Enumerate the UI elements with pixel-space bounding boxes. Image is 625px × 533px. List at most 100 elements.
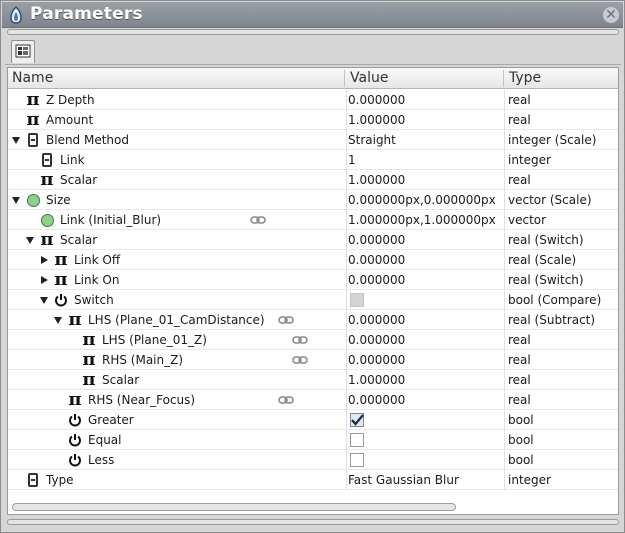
param-row-type[interactable]: Type Fast Gaussian Blur integer bbox=[8, 470, 618, 490]
param-type: integer bbox=[508, 473, 551, 487]
param-row-link-initial-blur[interactable]: Link (Initial_Blur) 1.000000px,1.000000p… bbox=[8, 210, 618, 230]
param-row-scalar[interactable]: π Scalar 1.000000 real bbox=[8, 170, 618, 190]
param-value[interactable]: 0.000000 bbox=[348, 390, 504, 410]
param-row-blend-method[interactable]: Blend Method Straight integer (Scale) bbox=[8, 130, 618, 150]
param-value[interactable]: 0.000000 bbox=[348, 230, 504, 250]
param-name: Scalar bbox=[60, 233, 98, 247]
vector-type-icon bbox=[41, 214, 54, 227]
param-type: real bbox=[508, 353, 531, 367]
param-row-scalar[interactable]: π Scalar 1.000000 real bbox=[8, 370, 618, 390]
param-value[interactable]: 0.000000 bbox=[348, 350, 504, 370]
less-checkbox[interactable] bbox=[350, 453, 364, 467]
param-row-scalar[interactable]: π Scalar 0.000000 real (Switch) bbox=[8, 230, 618, 250]
param-type: vector bbox=[508, 213, 547, 227]
param-name: Link Off bbox=[74, 253, 121, 267]
bottom-drag-handle[interactable] bbox=[7, 519, 619, 525]
param-row-less[interactable]: Less bool bbox=[8, 450, 618, 470]
top-drag-handle[interactable] bbox=[7, 29, 619, 35]
param-row-lhs-plane-01-camdistance[interactable]: π LHS (Plane_01_CamDistance) 0.000000 re… bbox=[8, 310, 618, 330]
param-value[interactable]: 1.000000px,1.000000px bbox=[348, 210, 504, 230]
param-name: RHS (Near_Focus) bbox=[88, 393, 196, 407]
column-header-name[interactable]: Name bbox=[8, 68, 346, 89]
switch-checkbox[interactable] bbox=[350, 293, 364, 307]
param-type: real (Subtract) bbox=[508, 313, 596, 327]
param-name: Link bbox=[60, 153, 85, 167]
toolbar bbox=[5, 37, 621, 65]
horizontal-scrollbar[interactable] bbox=[7, 501, 619, 513]
param-row-size[interactable]: Size 0.000000px,0.000000px vector (Scale… bbox=[8, 190, 618, 210]
exported-link-icon bbox=[292, 356, 308, 364]
close-button[interactable]: ✕ bbox=[603, 7, 619, 23]
param-row-rhs-main-z[interactable]: π RHS (Main_Z) 0.000000 real bbox=[8, 350, 618, 370]
real-type-icon: π bbox=[54, 249, 68, 270]
param-name: Blend Method bbox=[46, 133, 129, 147]
collapse-arrow-icon[interactable] bbox=[54, 317, 62, 324]
param-row-greater[interactable]: Greater bool bbox=[8, 410, 618, 430]
horizontal-scrollbar-thumb[interactable] bbox=[12, 503, 456, 511]
param-value[interactable]: 1 bbox=[348, 150, 504, 170]
param-row-rhs-near-focus[interactable]: π RHS (Near_Focus) 0.000000 real bbox=[8, 390, 618, 410]
param-name: Link (Initial_Blur) bbox=[60, 213, 162, 227]
param-row-switch[interactable]: Switch bool (Compare) bbox=[8, 290, 618, 310]
tree-rows: π Z Depth 0.000000 real π Amount 1.00000… bbox=[8, 90, 618, 490]
close-icon: ✕ bbox=[605, 7, 617, 23]
param-value[interactable]: 0.000000 bbox=[348, 330, 504, 350]
param-name: Switch bbox=[74, 293, 114, 307]
expand-arrow-icon[interactable] bbox=[41, 256, 48, 264]
param-type: real (Switch) bbox=[508, 273, 584, 287]
param-name: Scalar bbox=[60, 173, 98, 187]
param-value[interactable]: Fast Gaussian Blur bbox=[348, 470, 504, 490]
param-value[interactable]: 1.000000 bbox=[348, 370, 504, 390]
param-value[interactable]: 0.000000 bbox=[348, 310, 504, 330]
param-type: real bbox=[508, 173, 531, 187]
param-value[interactable]: Straight bbox=[348, 130, 504, 150]
collapse-arrow-icon[interactable] bbox=[12, 197, 20, 204]
param-value[interactable]: 0.000000 bbox=[348, 250, 504, 270]
param-type: bool (Compare) bbox=[508, 293, 602, 307]
integer-type-icon bbox=[28, 133, 38, 147]
param-name: Z Depth bbox=[46, 93, 95, 107]
param-row-z-depth[interactable]: π Z Depth 0.000000 real bbox=[8, 90, 618, 110]
param-name: LHS (Plane_01_Z) bbox=[102, 333, 207, 347]
integer-type-icon bbox=[28, 473, 38, 487]
param-name: Scalar bbox=[102, 373, 140, 387]
param-name: Equal bbox=[88, 433, 122, 447]
parameters-tree: Name Value Type π Z Depth 0.000000 real … bbox=[7, 67, 619, 515]
expand-arrow-icon[interactable] bbox=[41, 276, 48, 284]
column-header-type[interactable]: Type bbox=[505, 68, 618, 89]
parameters-window: Parameters ✕ Name Value Type π Z Depth 0… bbox=[0, 0, 625, 533]
title-bar[interactable]: Parameters ✕ bbox=[2, 2, 623, 28]
app-icon bbox=[10, 6, 22, 24]
window-title: Parameters bbox=[30, 4, 143, 24]
real-type-icon: π bbox=[26, 109, 40, 130]
param-row-link-on[interactable]: π Link On 0.000000 real (Switch) bbox=[8, 270, 618, 290]
exported-link-icon bbox=[292, 336, 308, 344]
equal-checkbox[interactable] bbox=[350, 433, 364, 447]
param-name: Size bbox=[46, 193, 71, 207]
param-row-amount[interactable]: π Amount 1.000000 real bbox=[8, 110, 618, 130]
param-name: Greater bbox=[88, 413, 134, 427]
params-tab-button[interactable] bbox=[11, 40, 35, 63]
param-row-link-off[interactable]: π Link Off 0.000000 real (Scale) bbox=[8, 250, 618, 270]
param-row-link[interactable]: Link 1 integer bbox=[8, 150, 618, 170]
power-bool-icon bbox=[55, 294, 67, 307]
collapse-arrow-icon[interactable] bbox=[12, 137, 20, 144]
greater-checkbox[interactable] bbox=[350, 413, 364, 427]
param-value[interactable]: 1.000000 bbox=[348, 170, 504, 190]
param-value[interactable]: 0.000000 bbox=[348, 270, 504, 290]
param-row-lhs-plane-01-z[interactable]: π LHS (Plane_01_Z) 0.000000 real bbox=[8, 330, 618, 350]
column-header-value[interactable]: Value bbox=[346, 68, 504, 89]
param-value[interactable]: 0.000000px,0.000000px bbox=[348, 190, 504, 210]
param-value[interactable]: 1.000000 bbox=[348, 110, 504, 130]
param-row-equal[interactable]: Equal bool bbox=[8, 430, 618, 450]
collapse-arrow-icon[interactable] bbox=[26, 237, 34, 244]
param-value[interactable]: 0.000000 bbox=[348, 90, 504, 110]
param-name: RHS (Main_Z) bbox=[102, 353, 184, 367]
real-type-icon: π bbox=[68, 309, 82, 330]
power-bool-icon bbox=[69, 454, 81, 467]
real-type-icon: π bbox=[54, 269, 68, 290]
collapse-arrow-icon[interactable] bbox=[40, 297, 48, 304]
param-type: real (Switch) bbox=[508, 233, 584, 247]
power-bool-icon bbox=[69, 414, 81, 427]
param-name: Less bbox=[88, 453, 115, 467]
